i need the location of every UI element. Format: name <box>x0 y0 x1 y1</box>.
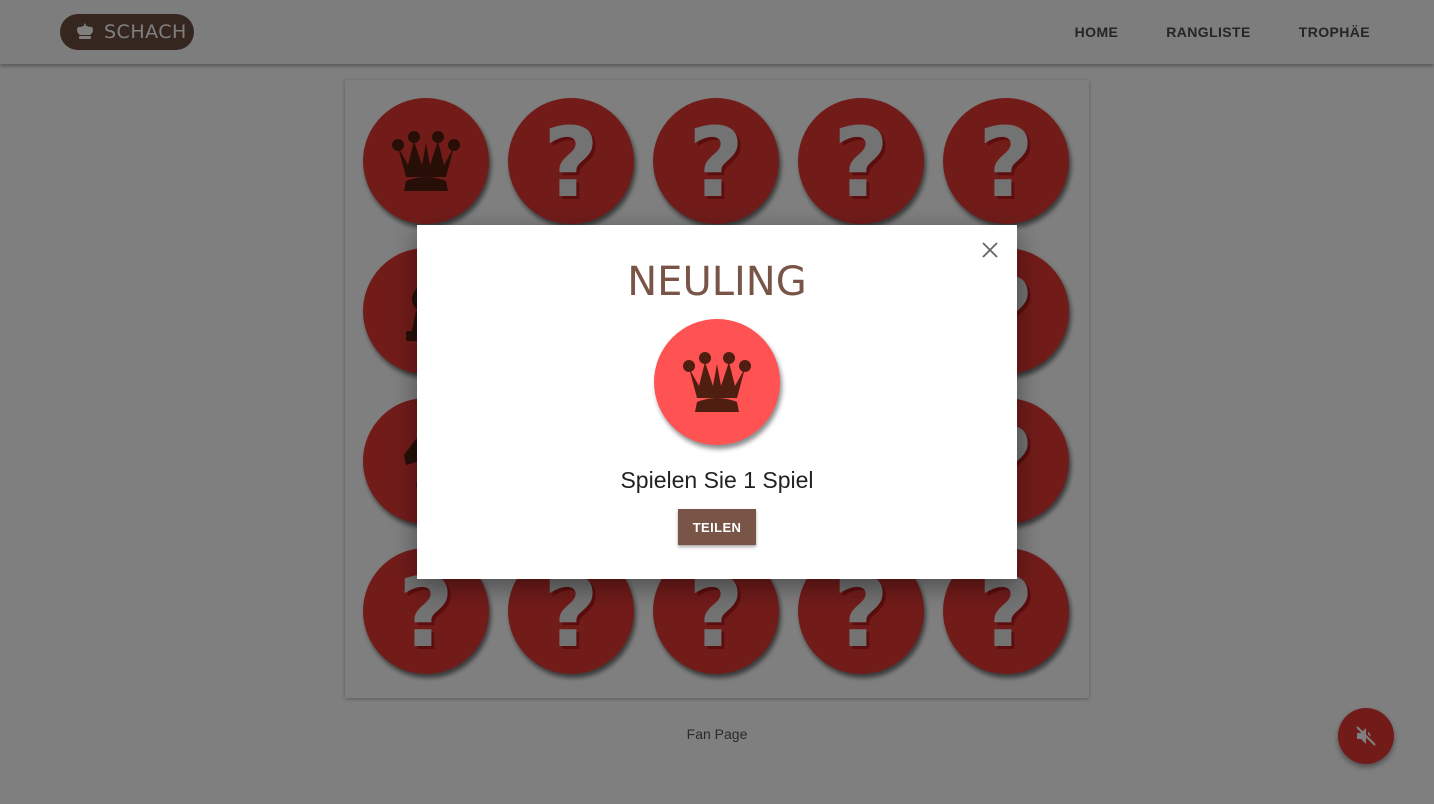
trophy-badge <box>654 319 780 445</box>
dialog-title: NEULING <box>627 259 807 305</box>
queen-icon <box>683 352 751 412</box>
close-icon[interactable] <box>979 239 1001 261</box>
share-button[interactable]: TEILEN <box>678 509 756 545</box>
trophy-dialog: NEULING Spielen Sie 1 Spiel TEILEN <box>417 225 1017 579</box>
trophy-description: Spielen Sie 1 Spiel <box>620 467 814 493</box>
